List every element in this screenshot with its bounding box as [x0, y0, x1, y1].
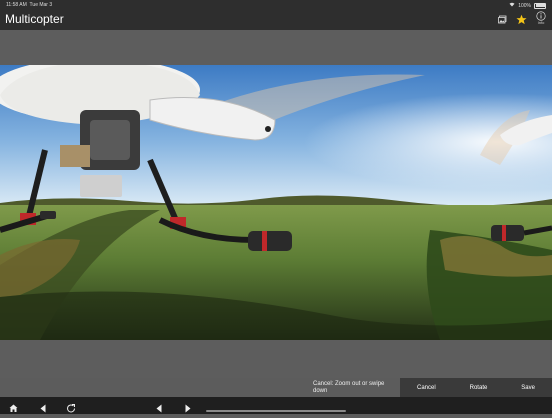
back-arrow-icon[interactable] [39, 400, 47, 418]
refresh-icon[interactable] [66, 400, 76, 418]
gesture-hint: Cancel: Zoom out or swipe down [313, 381, 385, 394]
navigation-bar: Multicopter Info [0, 10, 552, 30]
star-icon[interactable] [516, 11, 527, 25]
info-label: Info [537, 20, 545, 25]
wifi-icon [509, 2, 515, 9]
rotate-button[interactable]: Rotate [470, 385, 488, 391]
battery-percent: 100% [518, 2, 531, 9]
save-button[interactable]: Save [521, 385, 535, 391]
battery-icon [534, 2, 546, 9]
status-time-date: 11:58 AM Tue Mar 3 [6, 2, 52, 8]
cancel-button[interactable]: Cancel [417, 385, 436, 391]
panorama-image[interactable] [0, 65, 552, 340]
status-date: Tue Mar 3 [29, 2, 53, 8]
next-icon[interactable] [184, 400, 192, 418]
status-right: 100% [509, 2, 546, 9]
photo-viewer[interactable] [0, 30, 552, 378]
status-time: 11:58 AM [6, 2, 27, 8]
home-indicator[interactable] [206, 410, 346, 412]
edit-controls: Cancel Rotate Save [400, 378, 552, 397]
status-bar: 11:58 AM Tue Mar 3 100% [0, 0, 552, 10]
previous-icon[interactable] [155, 400, 163, 418]
home-icon[interactable] [9, 400, 18, 418]
photo-library-icon[interactable] [498, 11, 507, 24]
info-button[interactable]: Info [536, 11, 546, 25]
page-title: Multicopter [5, 12, 64, 26]
nav-actions: Info [498, 11, 546, 25]
